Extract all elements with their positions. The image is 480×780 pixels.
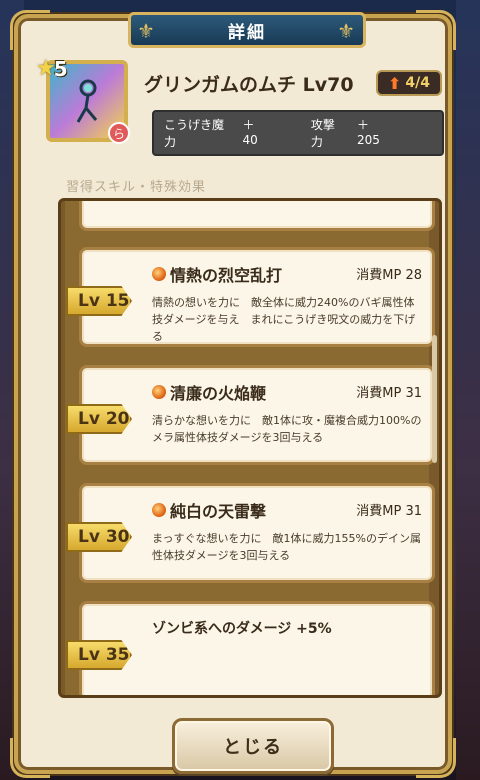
mp-cost: 消費MP 31 [356,504,422,519]
level-tag: Lv 30 [66,522,132,552]
skill-title: 純白の天雷撃 [152,498,266,522]
flame-orb-icon [152,385,166,399]
skill-card[interactable]: Lv 15 情熱の烈空乱打 消費MP 28 情熱の想いを力に 敵全体に威力240… [66,247,435,347]
skill-card[interactable]: Lv 35 ゾンビ系へのダメージ +5% [66,601,435,695]
stat-attack: 攻撃力 ＋205 [311,116,388,150]
skill-name: 純白の天雷撃 [170,502,267,521]
skill-list[interactable]: Lv 15 情熱の烈空乱打 消費MP 28 情熱の想いを力に 敵全体に威力240… [58,198,442,698]
passive-effect: ゾンビ系へのダメージ +5% [152,621,332,637]
skill-name: 情熱の烈空乱打 [170,266,283,285]
fleur-de-lis-icon: ⚜ [137,19,157,43]
mp-cost: 消費MP 28 [356,268,422,283]
skill-description: まっすぐな想いを力に 敵1体に威力155%のデイン属性体技ダメージを3回与える [152,532,422,562]
weapon-type-icon: ら [108,122,130,144]
skill-card[interactable]: Lv 20 清廉の火焔鞭 消費MP 31 清らかな想いを力に 敵1体に攻・魔複合… [66,365,435,465]
rarity-number: 5 [53,57,68,81]
flame-orb-icon [152,267,166,281]
weapon-name: グリンガムのムチ Lv70 [144,74,354,96]
mp-cost: 消費MP 31 [356,386,422,401]
flame-orb-icon [152,503,166,517]
skill-title: 清廉の火焔鞭 [152,380,266,404]
evolution-badge: ⬆ 4/4 [376,70,442,96]
stat-value: ＋40 [242,118,258,147]
corner-ornament [10,738,50,778]
skill-card[interactable]: Lv 30 純白の天雷撃 消費MP 31 まっすぐな想いを力に 敵1体に威力15… [66,483,435,583]
stats-box: こうげき魔力 ＋40 攻撃力 ＋205 [152,110,444,156]
up-arrow-icon: ⬆ [387,73,402,93]
scrollbar[interactable] [432,335,437,463]
skill-card [79,201,435,231]
rarity-badge: ★ 5 [36,56,84,82]
title-plate: ⚜ 詳細 ⚜ [128,12,366,48]
corner-ornament [416,738,456,778]
close-button[interactable]: とじる [172,718,334,774]
stat-magic-attack: こうげき魔力 ＋40 [164,116,267,150]
level-tag: Lv 15 [66,286,132,316]
skill-title: 情熱の烈空乱打 [152,262,282,286]
corner-ornament [10,10,50,50]
level-tag: Lv 20 [66,404,132,434]
stat-label: 攻撃力 [310,118,335,149]
background-right [456,0,480,780]
skill-description: 清らかな想いを力に 敵1体に攻・魔複合威力100%のメラ属性体技ダメージを3回与… [152,414,422,444]
fleur-de-lis-icon: ⚜ [337,19,357,43]
window-title: 詳細 [228,22,266,43]
detail-panel: ⚜ 詳細 ⚜ ★ 5 ら グリンガムのムチ Lv70 ⬆ 4/4 こうげき魔力 … [10,10,456,778]
corner-ornament [416,10,456,50]
skill-list-track: Lv 15 情熱の烈空乱打 消費MP 28 情熱の想いを力に 敵全体に威力240… [65,201,435,695]
whip-icon [76,79,98,123]
stat-value: ＋205 [356,118,380,147]
section-label: 習得スキル・特殊効果 [66,180,207,195]
evolution-count: 4/4 [405,75,430,91]
stat-label: こうげき魔力 [164,118,225,149]
skill-name: 清廉の火焔鞭 [170,384,267,403]
skill-description: 情熱の想いを力に 敵全体に威力240%のバギ属性体技ダメージを与え まれにこうげ… [152,296,416,343]
level-tag: Lv 35 [66,640,132,670]
